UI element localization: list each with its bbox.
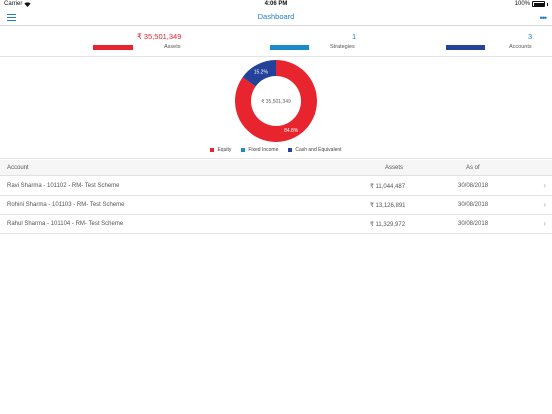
row-account: Rahul Sharma - 101104 - RM- Test Scheme <box>7 221 124 227</box>
legend-item-equity: Equity <box>210 147 231 153</box>
accounts-value[interactable]: 3 <box>528 32 532 41</box>
slice-label-equity: 84.8% <box>284 128 299 134</box>
accounts-label: Accounts <box>509 44 532 50</box>
row-as-of: 30/08/2018 <box>458 221 489 227</box>
nav-bar: Dashboard ••• <box>0 10 552 26</box>
legend-item-fixed-income: Fixed Income <box>241 147 278 153</box>
accounts-bar <box>446 45 485 50</box>
row-assets: ₹ 11,044,487 <box>370 184 406 190</box>
battery-percent: 100% <box>514 1 530 7</box>
table-header: Account Assets As of <box>0 160 552 176</box>
slice-label-cash-and-equivalent: 15.2% <box>254 69 269 75</box>
assets-label: Assets <box>164 44 181 50</box>
strategies-value[interactable]: 1 <box>352 32 356 41</box>
strategies-label: Strategies <box>330 44 355 50</box>
legend-item-cash: Cash and Equivalent <box>288 147 342 153</box>
legend-label-fixed-income: Fixed Income <box>248 147 279 153</box>
strategies-bar <box>270 45 309 50</box>
assets-value: ₹ 35,501,349 <box>137 32 182 41</box>
page-title: Dashboard <box>257 12 295 21</box>
row-account: Ravi Sharma - 101102 - RM- Test Scheme <box>7 183 120 189</box>
chevron-right-icon: › <box>543 200 546 209</box>
legend-swatch-fixed-income <box>241 148 246 152</box>
summary-panel: ₹ 35,501,349 Assets 1 Strategies 3 Accou… <box>0 27 552 57</box>
battery-tip <box>547 2 548 6</box>
allocation-chart: 15.2% 84.8% ₹ 35,501,349 Equity Fixed Inco… <box>0 57 552 159</box>
chart-legend: Equity Fixed Income Cash and Equivalent <box>0 147 552 153</box>
battery-icon <box>532 1 545 7</box>
row-assets: ₹ 11,329,972 <box>370 222 406 228</box>
status-time: 4:06 PM <box>264 1 288 7</box>
table-row[interactable]: Rohini Sharma - 101103 - RM- Test Scheme… <box>0 196 552 215</box>
row-as-of: 30/08/2018 <box>458 183 489 189</box>
legend-swatch-equity <box>210 148 215 152</box>
chevron-right-icon: › <box>543 181 546 190</box>
header-as-of: As of <box>466 165 480 171</box>
assets-bar <box>93 45 133 50</box>
header-account: Account <box>7 165 29 171</box>
table-row[interactable]: Rahul Sharma - 101104 - RM- Test Scheme … <box>0 215 552 234</box>
chevron-right-icon: › <box>543 219 546 228</box>
table-row[interactable]: Ravi Sharma - 101102 - RM- Test Scheme ₹… <box>0 177 552 196</box>
donut-center-label: ₹ 35,501,349 <box>261 99 291 105</box>
row-account: Rohini Sharma - 101103 - RM- Test Scheme <box>7 202 125 208</box>
legend-label-cash: Cash and Equivalent <box>295 147 342 153</box>
row-as-of: 30/08/2018 <box>458 202 489 208</box>
row-assets: ₹ 13,126,891 <box>370 203 406 209</box>
header-assets: Assets <box>385 165 404 171</box>
status-bar: Carrier 4:06 PM 100% <box>0 0 552 10</box>
donut-chart: 15.2% 84.8% ₹ 35,501,349 <box>235 60 317 142</box>
legend-swatch-cash <box>288 148 293 152</box>
legend-label-equity: Equity <box>217 147 232 153</box>
more-options-icon[interactable]: ••• <box>540 13 548 23</box>
